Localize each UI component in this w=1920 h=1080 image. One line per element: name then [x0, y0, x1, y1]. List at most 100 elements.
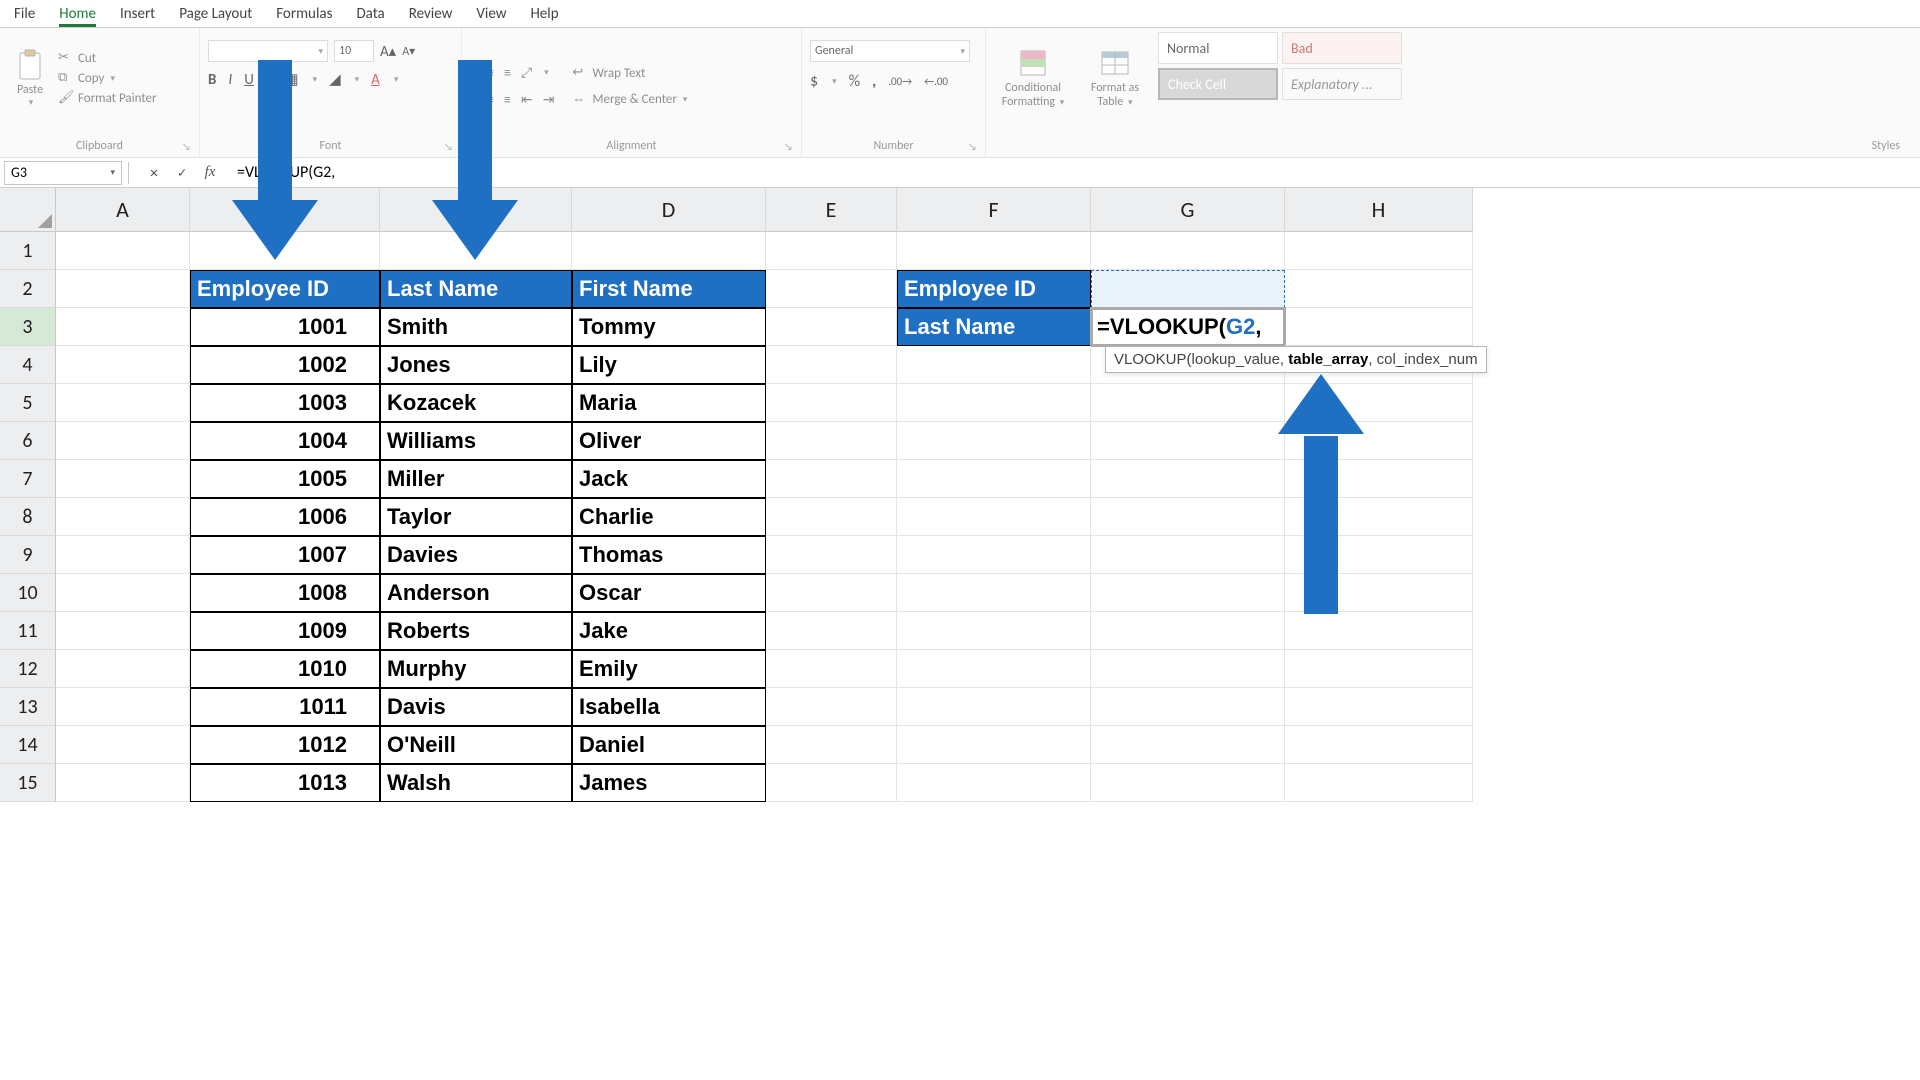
- cell-C4[interactable]: Jones: [380, 346, 572, 384]
- tab-review[interactable]: Review: [409, 5, 453, 27]
- cell-A14[interactable]: [56, 726, 190, 764]
- cell-D9[interactable]: Thomas: [572, 536, 766, 574]
- cell-H13[interactable]: [1285, 688, 1473, 726]
- cell-F7[interactable]: [897, 460, 1091, 498]
- enter-formula-button[interactable]: ✓: [173, 165, 191, 181]
- increase-font-icon[interactable]: A▴: [380, 42, 396, 61]
- wrap-text-button[interactable]: ↩Wrap Text: [572, 65, 687, 81]
- cell-G9[interactable]: [1091, 536, 1285, 574]
- cell-H15[interactable]: [1285, 764, 1473, 802]
- col-header-g[interactable]: G: [1091, 188, 1285, 232]
- cell-A12[interactable]: [56, 650, 190, 688]
- cell-B14[interactable]: 1012: [190, 726, 380, 764]
- cell-E12[interactable]: [766, 650, 897, 688]
- cell-H12[interactable]: [1285, 650, 1473, 688]
- cell-C9[interactable]: Davies: [380, 536, 572, 574]
- cell-H2[interactable]: [1285, 270, 1473, 308]
- cell-B11[interactable]: 1009: [190, 612, 380, 650]
- row-header-4[interactable]: 4: [0, 346, 56, 384]
- cell-C7[interactable]: Miller: [380, 460, 572, 498]
- cell-E14[interactable]: [766, 726, 897, 764]
- cell-C2[interactable]: Last Name: [380, 270, 572, 308]
- cell-G15[interactable]: [1091, 764, 1285, 802]
- increase-decimal-icon[interactable]: .00→: [888, 75, 912, 88]
- row-header-2[interactable]: 2: [0, 270, 56, 308]
- cell-A15[interactable]: [56, 764, 190, 802]
- merge-center-button[interactable]: ⇔Merge & Center▾: [572, 91, 687, 107]
- number-format-combo[interactable]: General▾: [810, 40, 970, 62]
- fill-color-button[interactable]: ◢: [329, 70, 341, 89]
- cell-C5[interactable]: Kozacek: [380, 384, 572, 422]
- copy-button[interactable]: ⧉Copy▾: [58, 70, 157, 86]
- cell-F2[interactable]: Employee ID: [897, 270, 1091, 308]
- orientation-icon[interactable]: ⤢: [521, 64, 532, 81]
- cell-D4[interactable]: Lily: [572, 346, 766, 384]
- col-header-h[interactable]: H: [1285, 188, 1473, 232]
- cell-F15[interactable]: [897, 764, 1091, 802]
- conditional-formatting-button[interactable]: Conditional Formatting ▾: [994, 32, 1072, 124]
- cell-C6[interactable]: Williams: [380, 422, 572, 460]
- cell-B4[interactable]: 1002: [190, 346, 380, 384]
- cell-A1[interactable]: [56, 232, 190, 270]
- cell-F3[interactable]: Last Name: [897, 308, 1091, 346]
- name-box[interactable]: G3▾: [4, 161, 122, 185]
- decrease-decimal-icon[interactable]: ←.00: [924, 75, 948, 88]
- cell-D12[interactable]: Emily: [572, 650, 766, 688]
- cell-F5[interactable]: [897, 384, 1091, 422]
- row-header-9[interactable]: 9: [0, 536, 56, 574]
- cell-E5[interactable]: [766, 384, 897, 422]
- cell-E4[interactable]: [766, 346, 897, 384]
- tab-home[interactable]: Home: [59, 5, 96, 27]
- cell-C3[interactable]: Smith: [380, 308, 572, 346]
- cell-G7[interactable]: [1091, 460, 1285, 498]
- cell-A3[interactable]: [56, 308, 190, 346]
- row-header-15[interactable]: 15: [0, 764, 56, 802]
- style-explanatory[interactable]: Explanatory ...: [1282, 68, 1402, 100]
- fx-icon[interactable]: fx: [201, 164, 219, 181]
- col-header-e[interactable]: E: [766, 188, 897, 232]
- cell-D13[interactable]: Isabella: [572, 688, 766, 726]
- tab-data[interactable]: Data: [356, 5, 384, 27]
- font-color-button[interactable]: A: [371, 71, 380, 89]
- cell-B10[interactable]: 1008: [190, 574, 380, 612]
- cell-D1[interactable]: [572, 232, 766, 270]
- tab-view[interactable]: View: [476, 5, 506, 27]
- tab-page-layout[interactable]: Page Layout: [179, 5, 252, 27]
- cell-E2[interactable]: [766, 270, 897, 308]
- cell-E9[interactable]: [766, 536, 897, 574]
- cell-A2[interactable]: [56, 270, 190, 308]
- cell-D2[interactable]: First Name: [572, 270, 766, 308]
- accounting-format-icon[interactable]: $: [810, 72, 818, 91]
- cell-E8[interactable]: [766, 498, 897, 536]
- cell-C12[interactable]: Murphy: [380, 650, 572, 688]
- cell-B5[interactable]: 1003: [190, 384, 380, 422]
- cell-C15[interactable]: Walsh: [380, 764, 572, 802]
- cell-F14[interactable]: [897, 726, 1091, 764]
- cell-E11[interactable]: [766, 612, 897, 650]
- tab-insert[interactable]: Insert: [120, 5, 155, 27]
- cell-B15[interactable]: 1013: [190, 764, 380, 802]
- cell-A10[interactable]: [56, 574, 190, 612]
- cell-D6[interactable]: Oliver: [572, 422, 766, 460]
- cell-A8[interactable]: [56, 498, 190, 536]
- dialog-launcher-icon[interactable]: ↘: [784, 140, 793, 153]
- increase-indent-icon[interactable]: ⇥: [543, 91, 555, 108]
- font-name-combo[interactable]: ▾: [208, 40, 328, 62]
- style-normal[interactable]: Normal: [1158, 32, 1278, 64]
- dialog-launcher-icon[interactable]: ↘: [182, 140, 191, 153]
- format-painter-button[interactable]: 🖌Format Painter: [58, 90, 157, 106]
- cell-F9[interactable]: [897, 536, 1091, 574]
- cell-D8[interactable]: Charlie: [572, 498, 766, 536]
- row-header-8[interactable]: 8: [0, 498, 56, 536]
- cell-D15[interactable]: James: [572, 764, 766, 802]
- format-as-table-button[interactable]: Format as Table ▾: [1080, 32, 1150, 124]
- cell-B9[interactable]: 1007: [190, 536, 380, 574]
- cell-E10[interactable]: [766, 574, 897, 612]
- cell-F12[interactable]: [897, 650, 1091, 688]
- cell-F4[interactable]: [897, 346, 1091, 384]
- cell-G8[interactable]: [1091, 498, 1285, 536]
- col-header-d[interactable]: D: [572, 188, 766, 232]
- cell-H3[interactable]: [1285, 308, 1473, 346]
- decrease-font-icon[interactable]: A▾: [402, 44, 415, 59]
- percent-format-icon[interactable]: %: [849, 72, 860, 91]
